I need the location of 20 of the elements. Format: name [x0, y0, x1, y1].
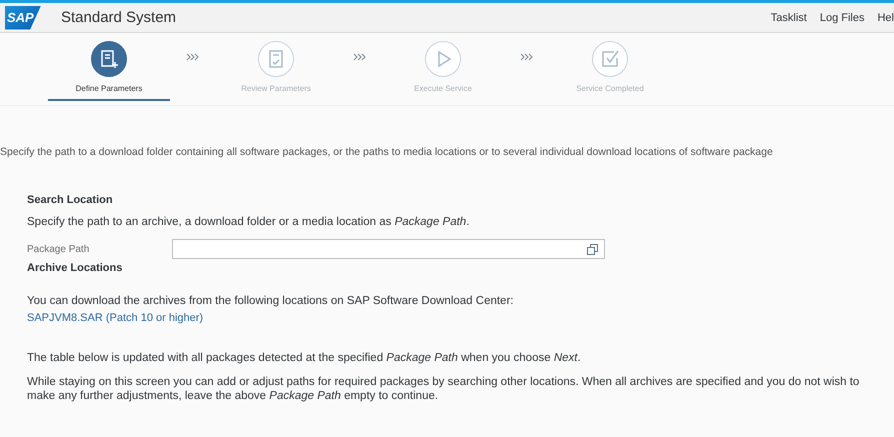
wizard-step[interactable]: Define Parameters: [48, 41, 170, 101]
chevrons-icon: [186, 53, 199, 61]
header-link[interactable]: Log Files: [820, 12, 864, 24]
chevrons-icon: [520, 53, 533, 61]
note-text: The table below is updated with all packages detected at the specified Package Path when you choose Next.: [27, 351, 582, 365]
note-text: While staying on this screen you can add or adjust paths for required packages by searching other locations. When all archives are specified and you do not wish to make any further adjustments, leave the above Package Path empty to continue.: [27, 375, 860, 403]
app-title: Standard System: [61, 9, 178, 26]
intro-text: Specify the path to a download folder containing all software packages, or the paths to media locations or to several individual download locations of software package: [0, 146, 773, 158]
description-text: Specify the path to an archive, a download folder or a media location as Package Path.: [27, 215, 470, 229]
input-field[interactable]: [172, 239, 605, 259]
logo: SAP: [5, 6, 41, 30]
section-title: Archive Locations: [27, 262, 124, 274]
description-text: You can download the archives from the following locations on SAP Software Download Center:: [27, 294, 514, 308]
field-label: Package Path: [27, 244, 90, 254]
chevrons-icon: [353, 53, 366, 61]
value-help-icon[interactable]: [587, 244, 598, 254]
header-link[interactable]: Tasklist: [770, 12, 807, 24]
download-link[interactable]: SAPJVM8.SAR (Patch 10 or higher): [27, 312, 204, 324]
section-title: Search Location: [27, 194, 114, 206]
header-link[interactable]: Hel: [877, 12, 894, 24]
